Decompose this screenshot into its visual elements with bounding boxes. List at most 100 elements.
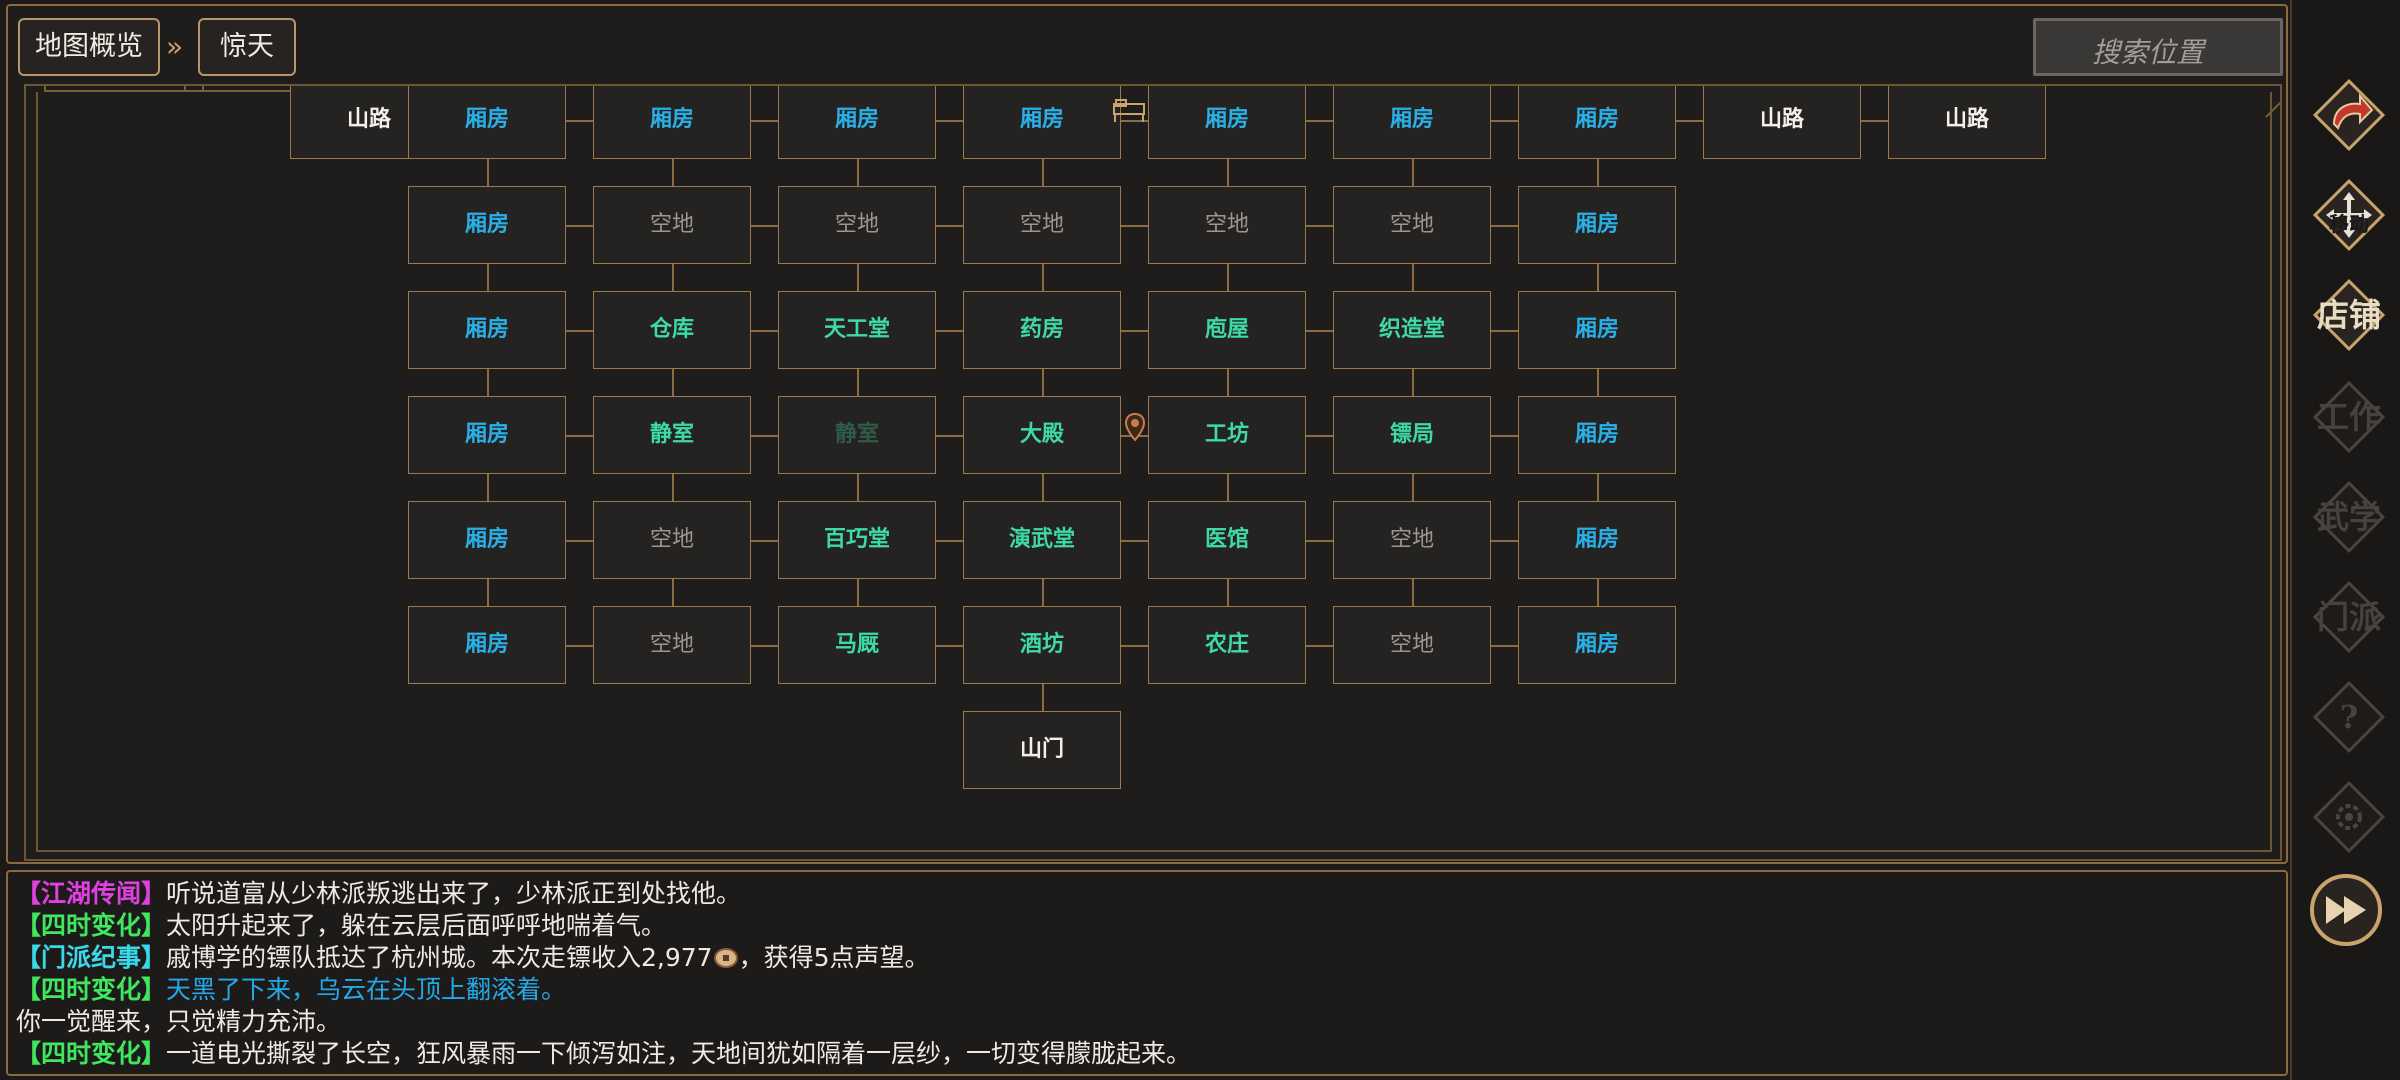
map-cell[interactable]: 山路 — [1888, 86, 2046, 159]
map-cell[interactable]: 庖屋 — [1148, 291, 1306, 369]
map-cell[interactable]: 山路 — [1703, 86, 1861, 159]
coin-icon — [713, 948, 738, 968]
map-cell[interactable]: 厢房 — [963, 86, 1121, 159]
map-path — [751, 645, 778, 647]
map-cell[interactable]: 厢房 — [1518, 396, 1676, 474]
map-cell[interactable]: 厢房 — [1333, 86, 1491, 159]
map-cell[interactable]: 厢房 — [408, 86, 566, 159]
fast-forward-icon — [2310, 874, 2382, 946]
map-cell[interactable]: 静室 — [593, 396, 751, 474]
map-cell[interactable]: 空地 — [963, 186, 1121, 264]
map-cell[interactable]: 厢房 — [1518, 86, 1676, 159]
map-cell[interactable]: 空地 — [593, 606, 751, 684]
bed-icon — [1113, 99, 1145, 122]
log-text: 天黑了下来，乌云在头顶上翻滚着。 — [166, 975, 567, 1004]
settings-button[interactable] — [2308, 776, 2390, 858]
map-path — [487, 369, 489, 396]
map-cell[interactable]: 天工堂 — [778, 291, 936, 369]
map-cell[interactable]: 镖局 — [1333, 396, 1491, 474]
map-overview-button[interactable]: 地图概览 — [18, 18, 160, 76]
map-path — [487, 474, 489, 501]
map-path — [672, 369, 674, 396]
map-path — [1597, 369, 1599, 396]
map-cell[interactable]: 空地 — [1333, 501, 1491, 579]
map-cell[interactable]: 厢房 — [1518, 501, 1676, 579]
map-path — [1121, 225, 1148, 227]
shop-button[interactable]: 店铺 — [2308, 274, 2390, 356]
map-cell[interactable]: 空地 — [1333, 186, 1491, 264]
location-pin-icon — [1124, 412, 1146, 442]
map-path — [1597, 264, 1599, 291]
sect-label: 门派 — [2316, 598, 2381, 636]
game-screen: 地图概览 » 惊天 搜索位置 山路 厢房 厢房 厢房 厢房 厢房 厢房 厢房 山路 山路 厢房 空地空… — [0, 0, 2400, 1080]
map-panel: 地图概览 » 惊天 搜索位置 山路 厢房 厢房 厢房 厢房 厢房 厢房 厢房 山路 山路 厢房 空地空… — [6, 4, 2288, 864]
map-cell[interactable]: 厢房 — [778, 86, 936, 159]
log-entry: 【门派纪事】戚博学的镖队抵达了杭州城。本次走镖收入2,977 ，获得5点声望。 — [16, 942, 2286, 974]
map-cell[interactable]: 厢房 — [1148, 86, 1306, 159]
map-cell[interactable]: 工坊 — [1148, 396, 1306, 474]
map-cell[interactable]: 仓库 — [593, 291, 751, 369]
map-path — [672, 159, 674, 186]
map-path — [857, 264, 859, 291]
log-text: 戚博学的镖队抵达了杭州城。本次走镖收入2,977 — [166, 943, 713, 972]
map-cell[interactable]: 空地 — [1148, 186, 1306, 264]
map-cell[interactable]: 演武堂 — [963, 501, 1121, 579]
map-cell[interactable]: 药房 — [963, 291, 1121, 369]
map-path — [487, 579, 489, 606]
map-cell[interactable]: 厢房 — [408, 606, 566, 684]
map-cell[interactable]: 厢房 — [408, 291, 566, 369]
map-path — [1121, 540, 1148, 542]
search-input[interactable]: 搜索位置 — [2033, 18, 2283, 76]
shop-label: 店铺 — [2316, 296, 2381, 334]
map-cell[interactable]: 空地 — [593, 186, 751, 264]
map-grid[interactable]: 山路 厢房 厢房 厢房 厢房 厢房 厢房 厢房 山路 山路 厢房 空地 空地 空地 空地 空地 厢房 厢房 仓库 天工… — [24, 84, 2282, 861]
work-button[interactable]: 工作 — [2308, 376, 2390, 458]
map-cell[interactable]: 山门 — [963, 711, 1121, 789]
map-cell[interactable]: 医馆 — [1148, 501, 1306, 579]
current-location-button[interactable]: 惊天 — [198, 18, 296, 76]
return-arrow-icon — [2312, 78, 2386, 152]
martial-button[interactable]: 武学 — [2308, 476, 2390, 558]
move-label: 移动 — [2329, 212, 2369, 236]
map-cell-edge — [44, 86, 204, 92]
map-cell[interactable]: 空地 — [593, 501, 751, 579]
gear-icon — [2312, 780, 2386, 854]
log-text: 太阳升起来了，躲在云层后面呼呼地喘着气。 — [166, 911, 667, 940]
map-frame-right — [2270, 92, 2272, 852]
map-path — [1306, 540, 1333, 542]
move-button[interactable]: 移动 — [2308, 174, 2390, 256]
map-cell[interactable]: 农庄 — [1148, 606, 1306, 684]
map-cell[interactable]: 厢房 — [1518, 606, 1676, 684]
log-tag: 【门派纪事】 — [16, 943, 167, 972]
back-button[interactable] — [2308, 74, 2390, 156]
map-frame-bottom — [36, 850, 2270, 852]
map-cell[interactable]: 厢房 — [408, 501, 566, 579]
map-cell[interactable]: 空地 — [778, 186, 936, 264]
map-path — [751, 225, 778, 227]
map-cell[interactable]: 厢房 — [593, 86, 751, 159]
map-cell[interactable]: 厢房 — [1518, 186, 1676, 264]
map-path — [672, 579, 674, 606]
map-cell[interactable]: 百巧堂 — [778, 501, 936, 579]
fast-forward-button[interactable] — [2308, 872, 2384, 948]
log-tag: 【江湖传闻】 — [16, 879, 167, 908]
map-cell[interactable]: 厢房 — [1518, 291, 1676, 369]
map-path — [566, 225, 593, 227]
log-entry: 【四时变化】太阳升起来了，躲在云层后面呼呼地喘着气。 — [16, 910, 2286, 942]
martial-label: 武学 — [2316, 498, 2381, 536]
map-cell[interactable]: 大殿 — [963, 396, 1121, 474]
map-path — [487, 159, 489, 186]
map-cell[interactable]: 厢房 — [408, 186, 566, 264]
map-path — [1491, 120, 1518, 122]
sect-button[interactable]: 门派 — [2308, 576, 2390, 658]
map-path — [1597, 474, 1599, 501]
map-cell[interactable]: 马厩 — [778, 606, 936, 684]
map-path — [1042, 159, 1044, 186]
map-cell[interactable]: 厢房 — [408, 396, 566, 474]
map-cell[interactable]: 空地 — [1333, 606, 1491, 684]
map-cell[interactable]: 织造堂 — [1333, 291, 1491, 369]
help-button[interactable]: ? — [2308, 676, 2390, 758]
map-cell[interactable]: 酒坊 — [963, 606, 1121, 684]
map-cell[interactable]: 静室 — [778, 396, 936, 474]
map-path — [1042, 369, 1044, 396]
